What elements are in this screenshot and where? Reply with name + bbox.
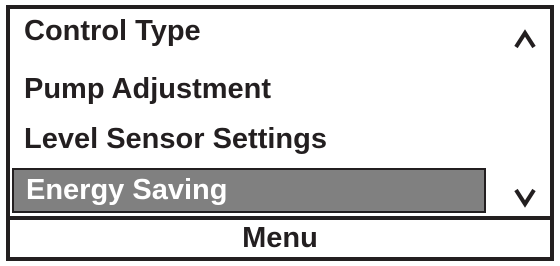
menu-item-pump-adjustment[interactable]: Pump Adjustment: [24, 71, 271, 107]
menu-list: Control Type Pump Adjustment Level Senso…: [10, 9, 550, 216]
menu-item-energy-saving[interactable]: Energy Saving: [12, 168, 486, 213]
chevron-up-icon[interactable]: [510, 25, 540, 55]
menu-item-level-sensor-settings[interactable]: Level Sensor Settings: [24, 121, 327, 157]
menu-item-control-type[interactable]: Control Type: [24, 13, 201, 49]
display-screen: Control Type Pump Adjustment Level Senso…: [6, 5, 554, 261]
chevron-down-icon[interactable]: [510, 182, 540, 212]
menu-title: Menu: [242, 222, 318, 254]
menu-title-bar: Menu: [10, 216, 550, 257]
